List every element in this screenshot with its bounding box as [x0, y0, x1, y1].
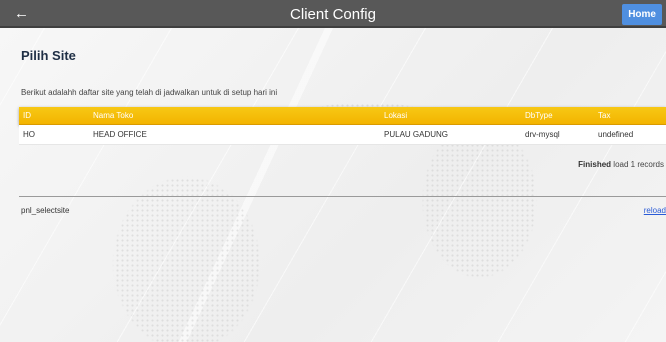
column-header-tax[interactable]: Tax [598, 111, 610, 120]
status-text: load 1 records [613, 160, 664, 169]
column-header-lokasi[interactable]: Lokasi [384, 111, 407, 120]
table-row[interactable]: HO HEAD OFFICE PULAU GADUNG drv-mysql un… [19, 125, 666, 145]
table-header: ID Nama Toko Lokasi DbType Tax [19, 107, 666, 125]
panel-name: pnl_selectsite [21, 206, 70, 215]
status-finished: Finished [578, 160, 612, 169]
cell-lokasi: PULAU GADUNG [384, 130, 449, 139]
cell-id: HO [23, 130, 35, 139]
column-header-id[interactable]: ID [23, 111, 31, 120]
load-status: Finished load 1 records [578, 160, 664, 169]
top-bar: ← Client Config Home [0, 0, 666, 28]
reload-link[interactable]: reload [644, 206, 666, 215]
page-title: Pilih Site [21, 48, 76, 63]
column-header-dbtype[interactable]: DbType [525, 111, 553, 120]
cell-dbtype: drv-mysql [525, 130, 560, 139]
app-title: Client Config [290, 6, 376, 23]
home-button[interactable]: Home [622, 4, 662, 25]
divider [19, 196, 666, 197]
main-content: Pilih Site Berikut adalahh daftar site y… [0, 28, 666, 342]
site-table: ID Nama Toko Lokasi DbType Tax HO HEAD O… [19, 107, 666, 145]
description-text: Berikut adalahh daftar site yang telah d… [21, 88, 278, 97]
cell-tax: undefined [598, 130, 634, 139]
cell-nama-toko: HEAD OFFICE [93, 130, 147, 139]
column-header-nama-toko[interactable]: Nama Toko [93, 111, 133, 120]
